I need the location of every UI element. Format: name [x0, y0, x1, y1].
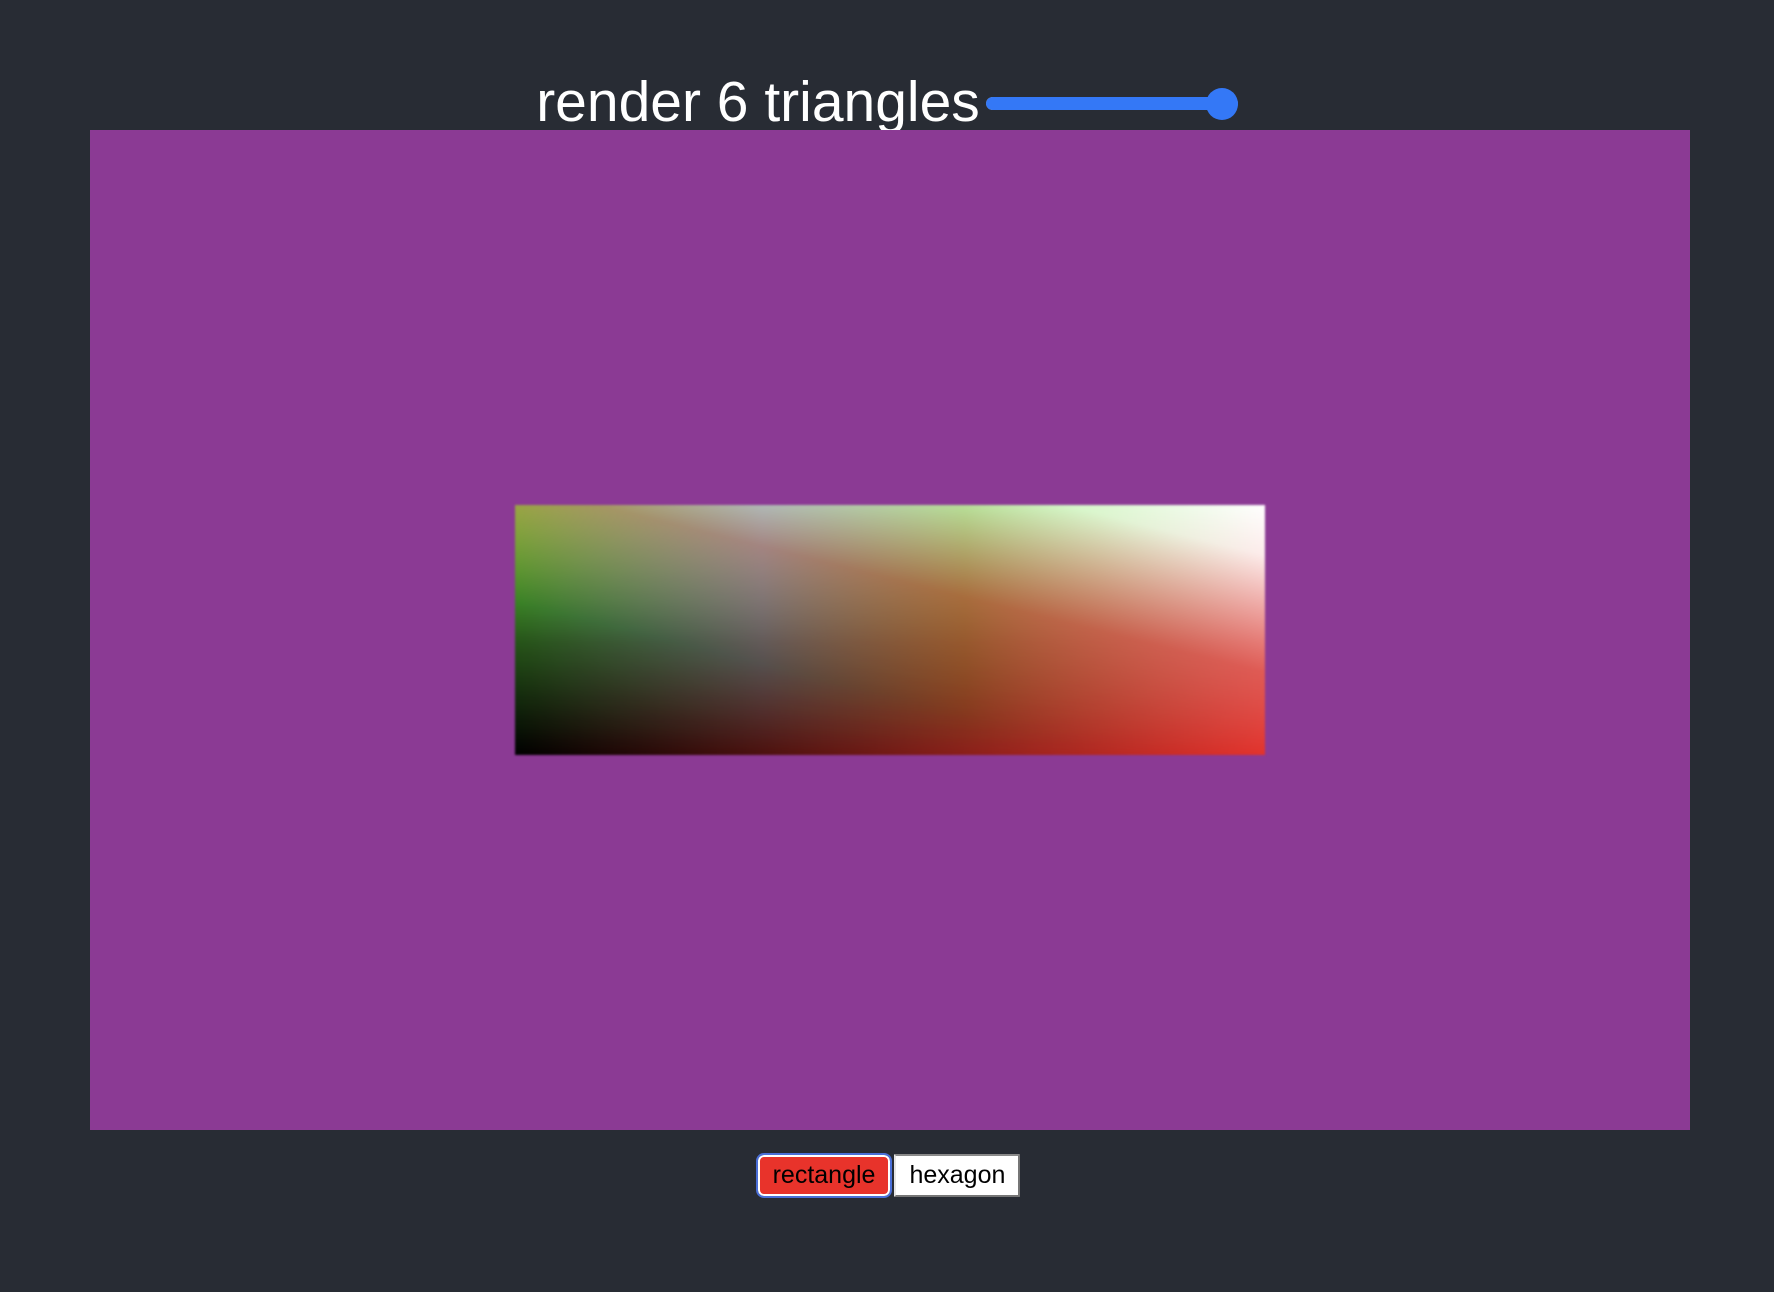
- shape-button-group: rectangle hexagon: [755, 1153, 1021, 1198]
- gradient-rectangle: [515, 505, 1265, 755]
- rectangle-button[interactable]: rectangle: [755, 1153, 893, 1198]
- slider-thumb[interactable]: [1205, 88, 1238, 120]
- triangle-count-slider[interactable]: [985, 82, 1238, 122]
- shape-diagonal-layer: [515, 505, 1265, 755]
- render-canvas: [90, 130, 1690, 1130]
- hexagon-button[interactable]: hexagon: [894, 1154, 1021, 1197]
- slider-track[interactable]: [985, 97, 1238, 110]
- slider-fill: [985, 97, 1238, 110]
- shape-controls: rectangle hexagon: [0, 1153, 1774, 1198]
